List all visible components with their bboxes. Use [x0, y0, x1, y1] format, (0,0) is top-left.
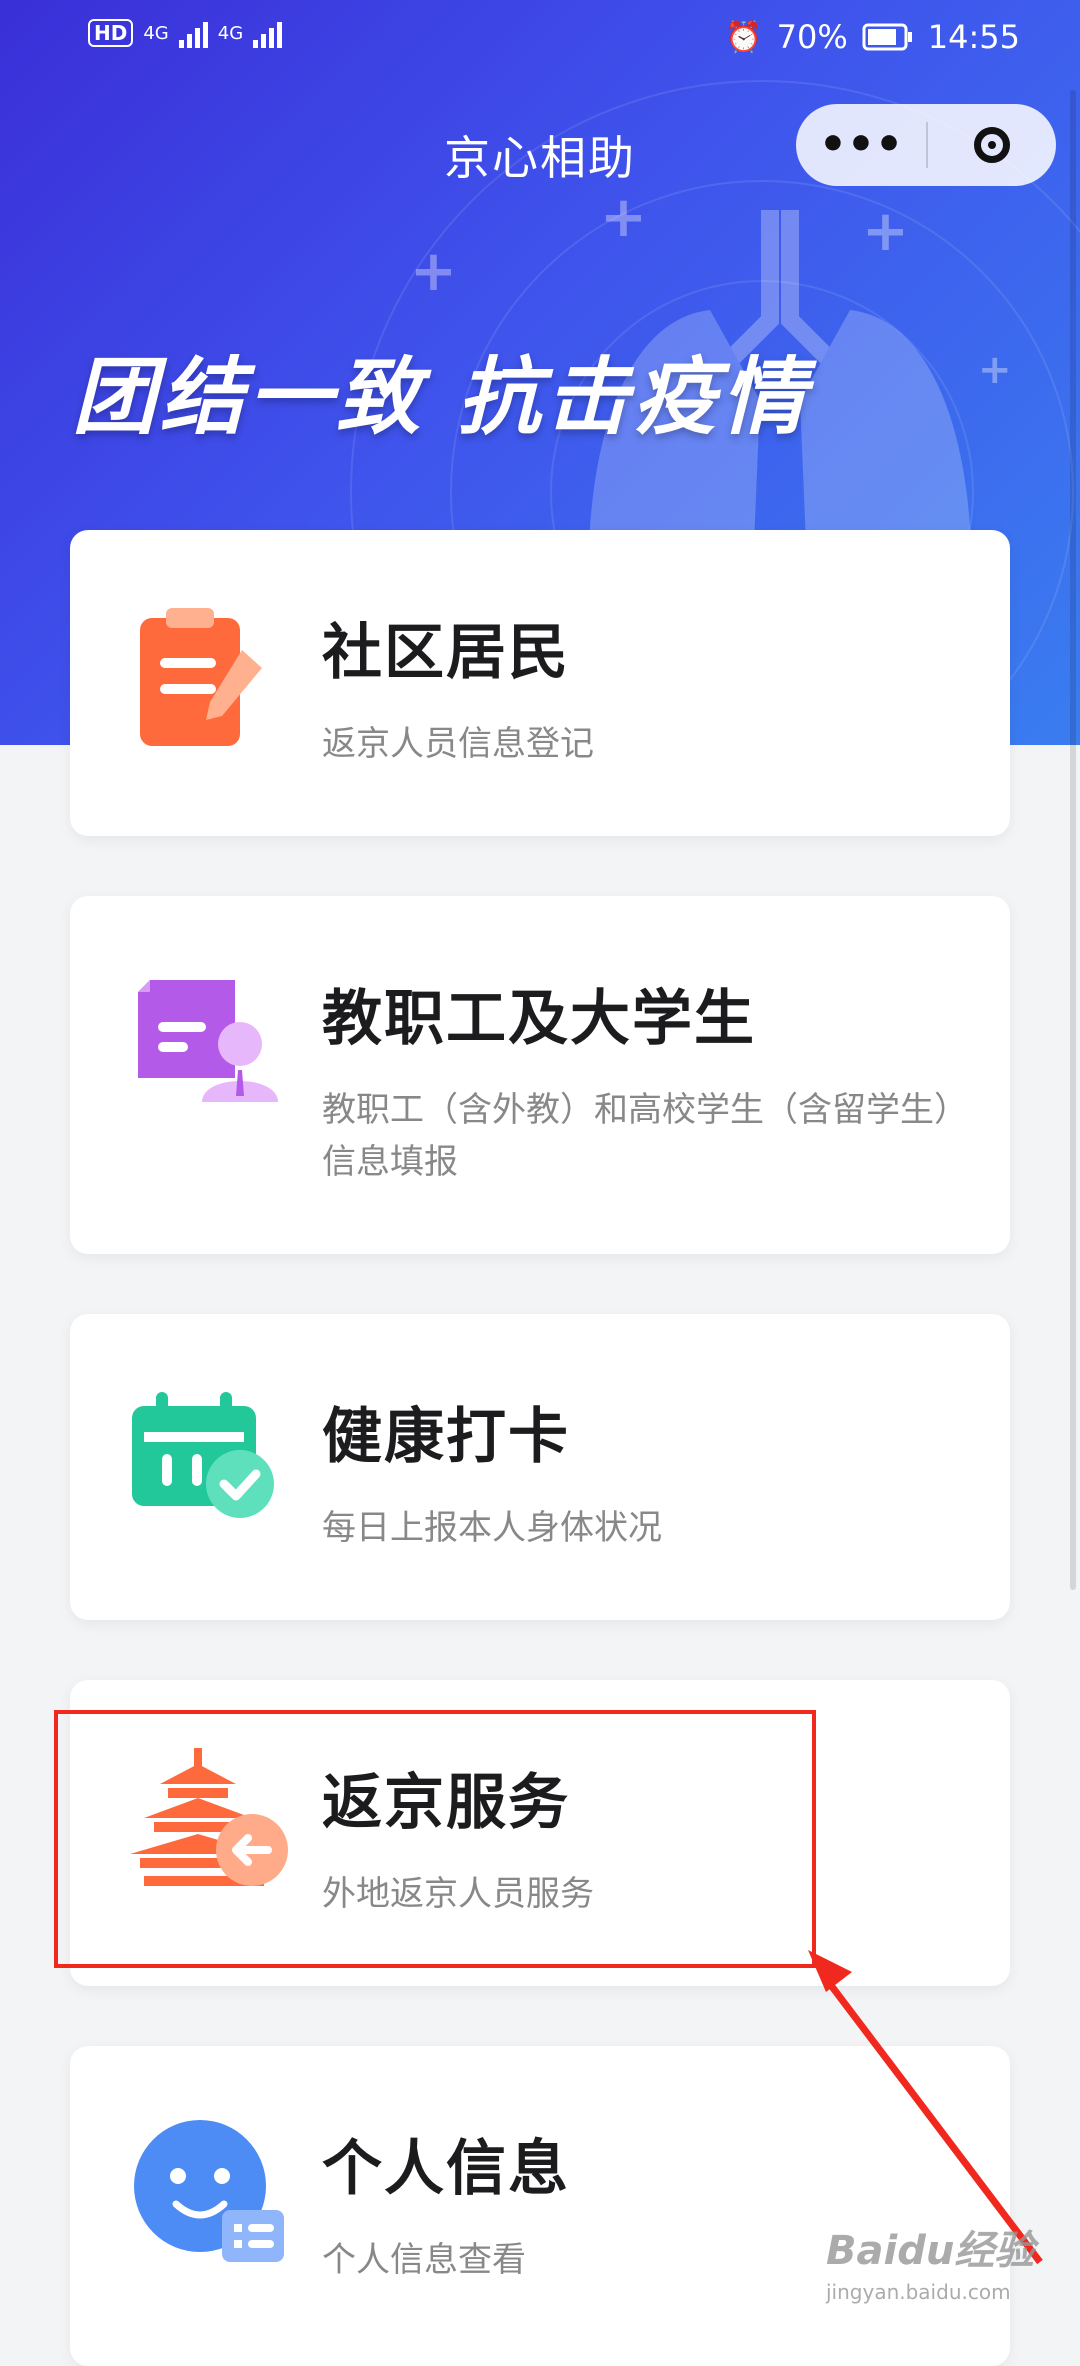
- signal-icon: [178, 18, 208, 48]
- alarm-icon: ⏰: [725, 19, 763, 55]
- network-label: 4G: [143, 22, 169, 44]
- more-dots-icon[interactable]: •••: [796, 104, 926, 186]
- id-card-person-icon: [138, 980, 278, 1102]
- plus-icon: +: [410, 239, 457, 304]
- card-title: 个人信息: [322, 2134, 570, 2204]
- watermark-brand: Baidu经验: [826, 2228, 1035, 2274]
- card-title: 社区居民: [322, 618, 570, 688]
- watermark: Baidu经验 jingyan.baidu.com: [826, 2218, 1034, 2304]
- card-description: 返京人员信息登记: [322, 724, 594, 764]
- battery-percent: 70%: [776, 18, 848, 56]
- menu-card-community-residents[interactable]: 社区居民 返京人员信息登记: [70, 530, 1010, 836]
- network-label: 4G: [217, 22, 244, 44]
- status-bar: HD 4G 4G ⏰ 70% 14:55: [0, 0, 1080, 80]
- card-title: 教职工及大学生: [322, 984, 756, 1054]
- highlight-box: [54, 1710, 816, 1968]
- hd-indicator: HD: [88, 19, 134, 47]
- menu-card-staff-students[interactable]: 教职工及大学生 教职工（含外教）和高校学生（含留学生）信息填报: [70, 896, 1010, 1254]
- mini-program-close-icon[interactable]: [928, 127, 1056, 163]
- smiley-profile-icon: [134, 2120, 284, 2262]
- calendar-check-icon: [132, 1392, 274, 1518]
- signal-icon: [253, 18, 283, 48]
- banner-slogan: 团结一致 抗击疫情: [72, 348, 810, 446]
- menu-card-personal-info[interactable]: 个人信息 个人信息查看: [70, 2046, 1010, 2366]
- watermark-url: jingyan.baidu.com: [826, 2280, 1011, 2304]
- clipboard-pen-icon: [140, 608, 262, 746]
- card-description: 每日上报本人身体状况: [322, 1508, 662, 1548]
- battery-icon: [862, 23, 912, 51]
- card-description: 教职工（含外教）和高校学生（含留学生）信息填报: [322, 1090, 951, 1182]
- menu-card-health-checkin[interactable]: 健康打卡 每日上报本人身体状况: [70, 1314, 1010, 1620]
- card-title: 健康打卡: [322, 1402, 570, 1472]
- mini-program-capsule: •••: [796, 104, 1056, 186]
- scrollbar[interactable]: [1070, 90, 1076, 1590]
- clock: 14:55: [927, 18, 1020, 56]
